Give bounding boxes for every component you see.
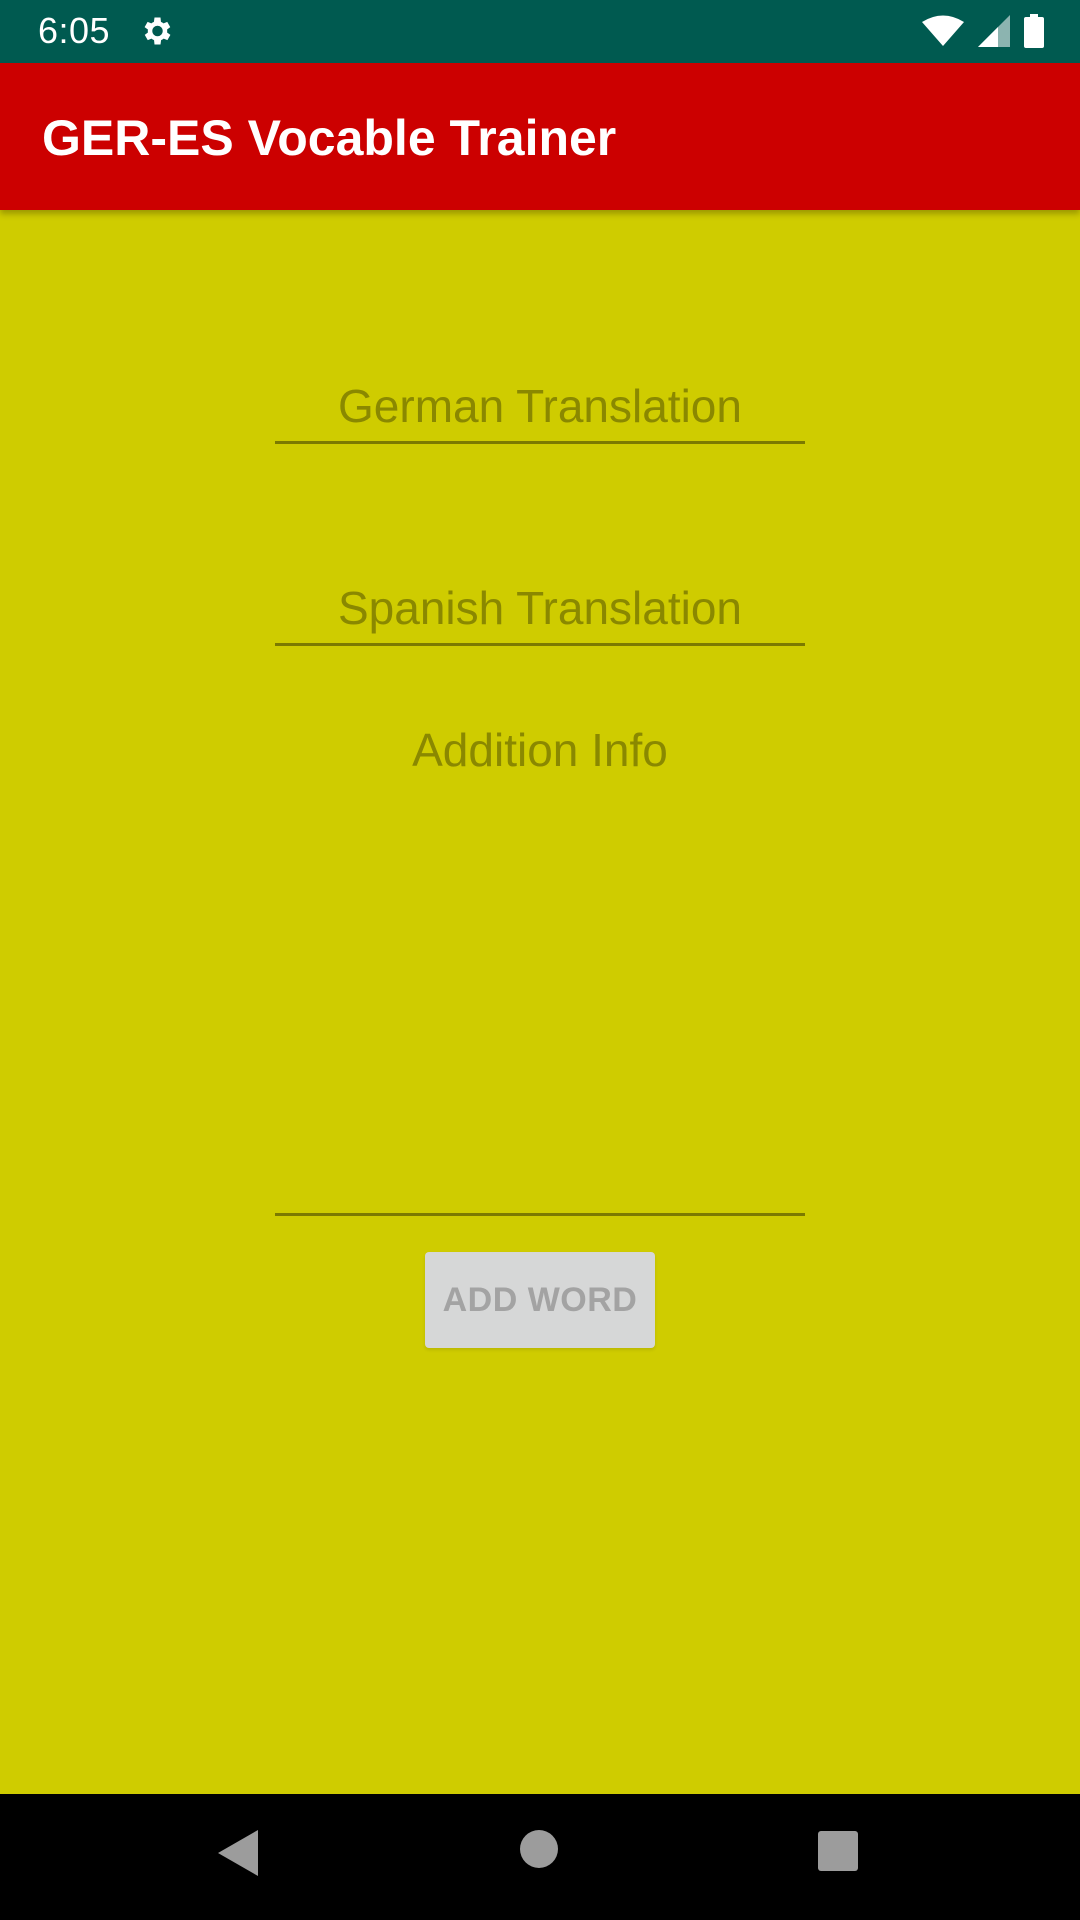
cellular-signal-icon [978, 15, 1010, 47]
addition-info-input[interactable]: Addition Info [275, 722, 805, 1216]
wifi-icon [922, 15, 964, 46]
navigation-bar [0, 1794, 1080, 1920]
german-translation-placeholder: German Translation [338, 380, 742, 432]
home-icon[interactable] [520, 1830, 558, 1868]
status-bar: 6:05 [0, 0, 1080, 63]
recents-icon[interactable] [818, 1831, 858, 1871]
app-bar: GER-ES Vocable Trainer [0, 63, 1080, 210]
addition-info-placeholder: Addition Info [412, 724, 668, 776]
spanish-translation-input[interactable]: Spanish Translation [275, 580, 805, 646]
status-time: 6:05 [38, 10, 111, 51]
battery-icon [1024, 14, 1044, 48]
gear-icon [144, 17, 171, 45]
app-title: GER-ES Vocable Trainer [42, 110, 617, 166]
spanish-translation-placeholder: Spanish Translation [337, 582, 743, 634]
add-word-button[interactable]: ADD WORD [425, 1252, 655, 1348]
back-icon[interactable] [218, 1830, 258, 1876]
status-icons [922, 14, 1044, 48]
german-translation-input[interactable]: German Translation [275, 378, 805, 444]
